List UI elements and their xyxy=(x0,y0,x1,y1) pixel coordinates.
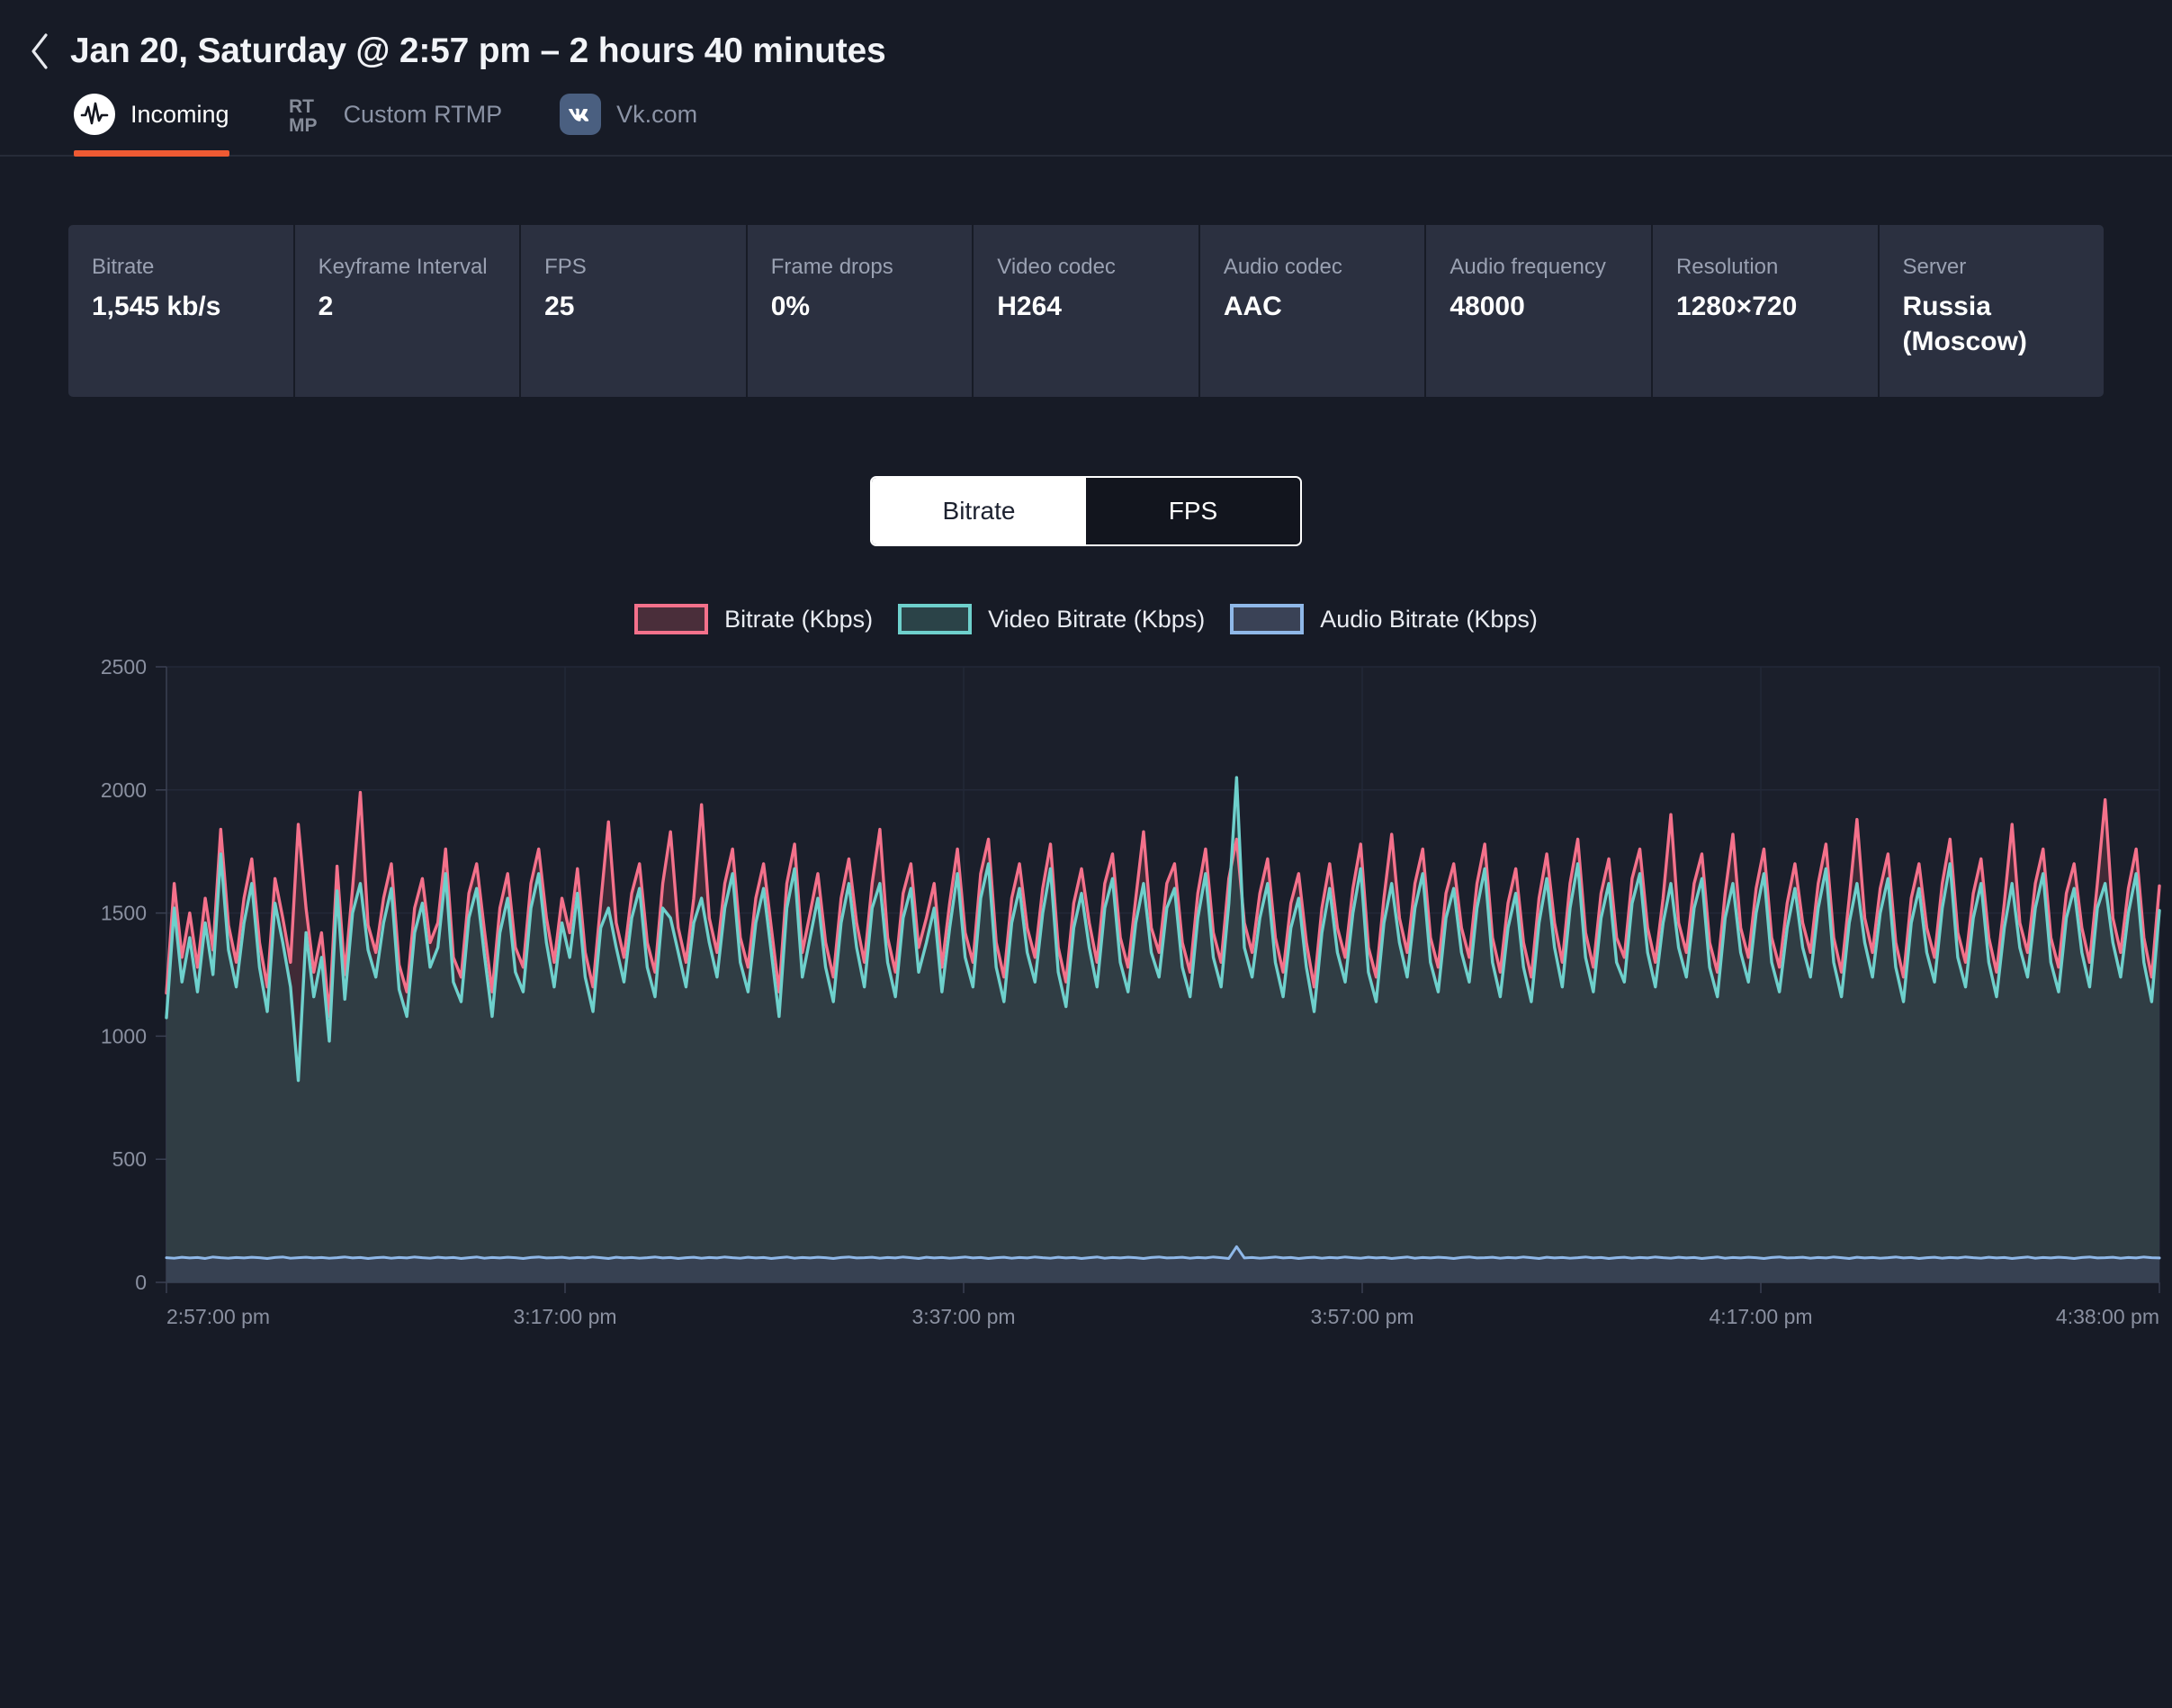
legend-swatch-audio-bitrate xyxy=(1230,604,1305,634)
stream-stats-page: Jan 20, Saturday @ 2:57 pm – 2 hours 40 … xyxy=(0,0,2172,1708)
tab-incoming-label: Incoming xyxy=(130,100,229,128)
legend-item-bitrate[interactable]: Bitrate (Kbps) xyxy=(634,604,873,634)
stat-card-server: Server Russia (Moscow) xyxy=(1880,225,2105,397)
svg-text:MP: MP xyxy=(289,115,318,135)
svg-text:RT: RT xyxy=(289,96,314,117)
stat-label: Keyframe Interval xyxy=(318,255,488,279)
chevron-left-icon xyxy=(31,33,48,69)
legend-item-video-bitrate[interactable]: Video Bitrate (Kbps) xyxy=(898,604,1205,634)
chart-legend: Bitrate (Kbps) Video Bitrate (Kbps) Audi… xyxy=(0,604,2172,634)
stat-label: Audio codec xyxy=(1223,255,1342,279)
stat-value: 2 xyxy=(318,292,334,321)
stat-value: AAC xyxy=(1223,292,1282,321)
vk-icon xyxy=(560,94,602,135)
stat-value: Russia (Moscow) xyxy=(1902,292,2027,356)
tab-bar: Incoming RT MP Custom RTMP Vk.com xyxy=(0,83,2172,157)
x-axis-tick-label: 2:57:00 pm xyxy=(166,1305,270,1328)
tab-incoming[interactable]: Incoming xyxy=(74,94,229,157)
legend-label-video-bitrate: Video Bitrate (Kbps) xyxy=(988,605,1206,633)
incoming-waveform-icon xyxy=(74,94,115,135)
stat-value: 1,545 kb/s xyxy=(92,292,221,321)
stat-card-resolution: Resolution 1280×720 xyxy=(1653,225,1880,397)
page-header: Jan 20, Saturday @ 2:57 pm – 2 hours 40 … xyxy=(0,0,2172,83)
tab-vk-label: Vk.com xyxy=(616,100,698,128)
x-axis-tick-label: 4:38:00 pm xyxy=(2056,1305,2159,1328)
stat-label: Audio frequency xyxy=(1449,255,1606,279)
stat-card-bitrate: Bitrate 1,545 kb/s xyxy=(68,225,295,397)
chart-canvas[interactable]: 0 500 1000 1500 2000 2500 2:57:00 pm 3:17:00 pm… xyxy=(0,660,2172,1335)
page-title: Jan 20, Saturday @ 2:57 pm – 2 hours 40 … xyxy=(70,31,886,70)
stat-card-fps: FPS 25 xyxy=(521,225,748,397)
x-axis-tick-label: 3:37:00 pm xyxy=(911,1305,1015,1328)
tab-custom-rtmp-label: Custom RTMP xyxy=(343,100,503,128)
legend-swatch-video-bitrate xyxy=(898,604,973,634)
stat-card-audio-codec: Audio codec AAC xyxy=(1200,225,1427,397)
stat-value: 25 xyxy=(544,292,575,321)
stat-card-video-codec: Video codec H264 xyxy=(974,225,1200,397)
tab-custom-rtmp[interactable]: RT MP Custom RTMP xyxy=(287,94,503,155)
stat-label: Bitrate xyxy=(92,255,155,279)
y-axis-tick-label: 1500 xyxy=(101,902,147,925)
stat-label: Server xyxy=(1902,255,1967,279)
y-axis-tick-label: 2000 xyxy=(101,778,147,802)
bitrate-chart[interactable]: 0 500 1000 1500 2000 2500 2:57:00 pm 3:17:00 pm… xyxy=(0,660,2172,1335)
y-axis-tick-label: 500 xyxy=(112,1147,147,1171)
chart-mode-toggle-wrap: Bitrate FPS xyxy=(0,476,2172,546)
y-axis-tick-label: 1000 xyxy=(101,1024,147,1047)
legend-label-audio-bitrate: Audio Bitrate (Kbps) xyxy=(1320,605,1538,633)
stat-card-audio-frequency: Audio frequency 48000 xyxy=(1426,225,1653,397)
stat-label: Resolution xyxy=(1675,255,1779,279)
x-axis-tick-label: 4:17:00 pm xyxy=(1709,1305,1812,1328)
toggle-fps[interactable]: FPS xyxy=(1086,478,1300,544)
x-axis-tick-label: 3:57:00 pm xyxy=(1310,1305,1414,1328)
legend-label-bitrate: Bitrate (Kbps) xyxy=(724,605,874,633)
y-axis-tick-label: 0 xyxy=(135,1271,147,1294)
stat-card-keyframe-interval: Keyframe Interval 2 xyxy=(295,225,522,397)
tab-vk[interactable]: Vk.com xyxy=(560,94,697,155)
stat-value: 1280×720 xyxy=(1675,292,1798,321)
stat-value: 0% xyxy=(770,292,811,321)
y-axis-tick-label: 2500 xyxy=(101,660,147,679)
back-button[interactable] xyxy=(20,31,59,71)
toggle-bitrate[interactable]: Bitrate xyxy=(872,478,1086,544)
legend-swatch-bitrate xyxy=(634,604,709,634)
stat-card-frame-drops: Frame drops 0% xyxy=(748,225,974,397)
stat-value: 48000 xyxy=(1449,292,1525,321)
stat-label: Video codec xyxy=(997,255,1116,279)
chart-mode-toggle: Bitrate FPS xyxy=(870,476,1302,546)
rtmp-icon: RT MP xyxy=(287,94,328,135)
stat-label: Frame drops xyxy=(770,255,893,279)
x-axis-tick-label: 3:17:00 pm xyxy=(513,1305,616,1328)
stats-row: Bitrate 1,545 kb/s Keyframe Interval 2 F… xyxy=(68,225,2104,397)
stat-label: FPS xyxy=(544,255,587,279)
legend-item-audio-bitrate[interactable]: Audio Bitrate (Kbps) xyxy=(1230,604,1538,634)
stat-value: H264 xyxy=(997,292,1062,321)
